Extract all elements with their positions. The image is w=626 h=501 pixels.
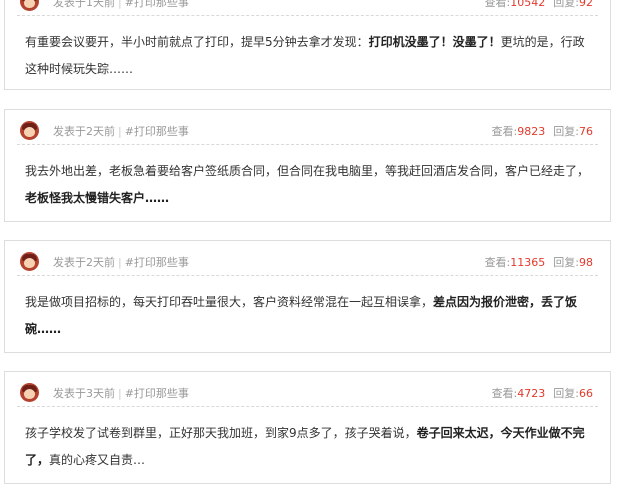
post-text: 孩子学校发了试卷到群里，正好那天我加班，到家9点多了，孩子哭着说，	[25, 426, 417, 440]
post-card[interactable]: 发表于2天前 | #打印那些事 查看:9823 回复:76 我去外地出差，老板急着要给…	[4, 109, 611, 222]
post-text-highlight: 打印机没墨了！没墨了！	[368, 35, 501, 49]
replies-count: 66	[579, 387, 593, 400]
replies-label: 回复:	[553, 256, 579, 269]
post-content[interactable]: 有重要会议要开，半小时前就点了打印，提早5分钟去拿才发现：打印机没墨了！没墨了！…	[25, 29, 596, 83]
post-text: 我去外地出差，老板急着要给客户签纸质合同，但合同在我电脑里，等我赶回酒店发合同，…	[25, 164, 590, 178]
post-content[interactable]: 孩子学校发了试卷到群里，正好那天我加班，到家9点多了，孩子哭着说，卷子回来太迟，…	[25, 420, 596, 474]
avatar[interactable]	[20, 121, 39, 140]
views-label: 查看:	[491, 125, 518, 138]
post-tag[interactable]: #打印那些事	[125, 387, 189, 400]
replies-count: 92	[579, 0, 593, 9]
views-label: 查看:	[491, 387, 518, 400]
post-card[interactable]: 发表于3天前 | #打印那些事 查看:4723 回复:66 孩子学校发了试卷到群里，正…	[4, 371, 611, 484]
post-time: 发表于2天前	[53, 125, 115, 138]
views-label: 查看:	[484, 256, 511, 269]
post-header: 发表于2天前 | #打印那些事 查看:11365 回复:98	[17, 251, 598, 276]
post-text: 有重要会议要开，半小时前就点了打印，提早5分钟去拿才发现：	[25, 35, 369, 49]
post-header: 发表于1天前 | #打印那些事 查看:10542 回复:92	[17, 0, 598, 16]
post-text: 我是做项目招标的，每天打印吞吐量很大，客户资料经常混在一起互相误拿，	[25, 295, 434, 309]
avatar[interactable]	[20, 0, 39, 11]
post-card[interactable]: 发表于1天前 | #打印那些事 查看:10542 回复:92 有重要会议要开，半小时前…	[4, 0, 611, 90]
post-content[interactable]: 我是做项目招标的，每天打印吞吐量很大，客户资料经常混在一起互相误拿，差点因为报价…	[25, 289, 596, 343]
post-tag[interactable]: #打印那些事	[125, 125, 189, 138]
post-time: 发表于3天前	[53, 387, 115, 400]
views-label: 查看:	[484, 0, 511, 9]
views-count: 9823	[517, 125, 546, 138]
avatar[interactable]	[20, 383, 39, 402]
post-header: 发表于3天前 | #打印那些事 查看:4723 回复:66	[17, 382, 598, 407]
post-tag[interactable]: #打印那些事	[125, 256, 189, 269]
replies-label: 回复:	[553, 0, 579, 9]
post-card[interactable]: 发表于2天前 | #打印那些事 查看:11365 回复:98 我是做项目招标的，每天打…	[4, 240, 611, 353]
replies-label: 回复:	[553, 125, 579, 138]
replies-count: 76	[579, 125, 593, 138]
views-count: 4723	[517, 387, 546, 400]
post-text-end: 真的心疼又自责…	[49, 453, 146, 467]
avatar[interactable]	[20, 252, 39, 271]
views-count: 10542	[510, 0, 546, 9]
replies-count: 98	[579, 256, 593, 269]
views-count: 11365	[510, 256, 546, 269]
post-text-highlight: 老板怪我太慢错失客户……	[25, 191, 170, 205]
post-header: 发表于2天前 | #打印那些事 查看:9823 回复:76	[17, 120, 598, 145]
post-feed: 发表于1天前 | #打印那些事 查看:10542 回复:92 有重要会议要开，半小时前…	[0, 0, 626, 501]
post-time: 发表于1天前	[53, 0, 115, 9]
post-tag[interactable]: #打印那些事	[125, 0, 189, 9]
replies-label: 回复:	[553, 387, 579, 400]
post-time: 发表于2天前	[53, 256, 115, 269]
post-content[interactable]: 我去外地出差，老板急着要给客户签纸质合同，但合同在我电脑里，等我赶回酒店发合同，…	[25, 158, 596, 212]
